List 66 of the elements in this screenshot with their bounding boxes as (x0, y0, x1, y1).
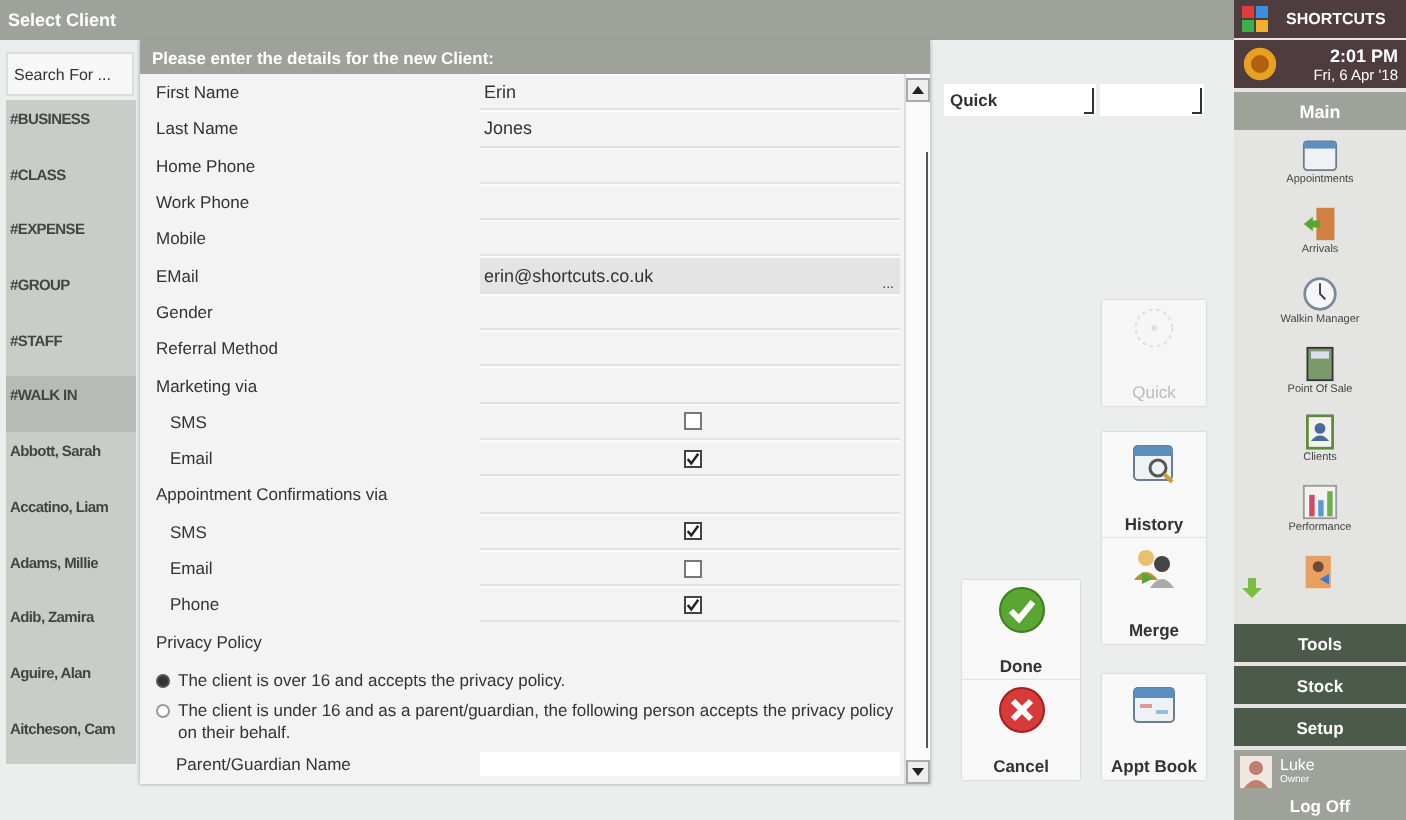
merge-button[interactable]: Merge (1102, 538, 1206, 644)
checkbox[interactable] (683, 412, 701, 431)
input-field[interactable] (480, 183, 900, 221)
checkmark-icon (997, 586, 1045, 634)
cash-register-icon (1301, 345, 1338, 382)
appt-book-button[interactable]: Appt Book (1102, 674, 1206, 780)
checkbox[interactable] (683, 559, 701, 577)
field-label: SMS (168, 521, 209, 542)
radio-button[interactable] (156, 674, 170, 689)
section-header: Main (1234, 92, 1406, 130)
input-field[interactable] (480, 220, 900, 257)
scroll-up-icon[interactable] (906, 78, 930, 102)
avatar-icon (1240, 756, 1272, 788)
window-title: Select Client (8, 10, 117, 30)
dropdown[interactable] (1100, 84, 1204, 116)
dial-icon (1132, 306, 1176, 350)
menu-button[interactable]: Stock (1234, 666, 1406, 704)
door-arrow-icon (1302, 205, 1338, 242)
section-heading: Privacy Policy (156, 630, 264, 657)
field-label: Work Phone (156, 192, 252, 213)
field-label: Appointment Confirmations via (156, 484, 390, 505)
field-label: Last Name (156, 118, 241, 139)
input-field[interactable]: Jones (480, 110, 900, 148)
search-field[interactable]: Search For ... (6, 52, 134, 96)
field-label: Marketing via (156, 375, 260, 396)
address-book-icon (1302, 414, 1338, 451)
calendar-icon (1301, 136, 1338, 172)
user-name: Luke (1280, 756, 1315, 774)
cancel-button[interactable]: Cancel (962, 680, 1080, 780)
field-label: Mobile (156, 228, 209, 249)
history-button[interactable]: History (1102, 432, 1206, 538)
checkbox[interactable] (683, 449, 701, 468)
field-label: Gender (156, 301, 215, 322)
menu-button[interactable]: Tools (1234, 624, 1406, 662)
checkbox[interactable] (683, 522, 701, 541)
field-label: Phone (168, 594, 222, 615)
field-label: Referral Method (156, 338, 280, 359)
field-label: Home Phone (156, 155, 258, 176)
dialog-title: Please enter the details for the new Client: (140, 40, 930, 74)
option-text: The client is under 16 and as a parent/guardian, the following person accepts the privacy policy on their behalf. (178, 700, 896, 745)
option-text: The client is over 16 and accepts the privacy policy. (178, 670, 566, 693)
field-label: Email (168, 448, 215, 469)
field-label: Email (168, 558, 215, 578)
people-merge-icon (1130, 544, 1178, 592)
field-label: SMS (168, 411, 209, 432)
field-label: Parent/Guardian Name (174, 754, 353, 775)
coffee-cup-icon (1242, 46, 1278, 82)
input-field[interactable] (480, 330, 900, 367)
dropdown[interactable]: Quick (944, 84, 1096, 116)
brand-name: SHORTCUTS (1286, 10, 1386, 28)
field-label: EMail (156, 265, 201, 286)
radio-button[interactable] (156, 704, 170, 719)
scroll-down-icon[interactable] (906, 760, 930, 784)
done-button[interactable]: Done (962, 580, 1080, 680)
menu-button[interactable]: Setup (1234, 708, 1406, 746)
logo-icon (1242, 5, 1270, 33)
scrollbar[interactable] (904, 74, 930, 784)
input-field[interactable] (480, 293, 900, 331)
field-label: First Name (156, 82, 242, 103)
bar-chart-icon (1302, 484, 1338, 521)
input-field[interactable]: Erin (480, 74, 900, 111)
checkbox[interactable] (683, 595, 701, 614)
time-text: 2:01 PM (1329, 45, 1398, 65)
clock-icon (1301, 275, 1338, 312)
cross-icon (997, 686, 1045, 734)
input-field[interactable] (480, 147, 900, 184)
